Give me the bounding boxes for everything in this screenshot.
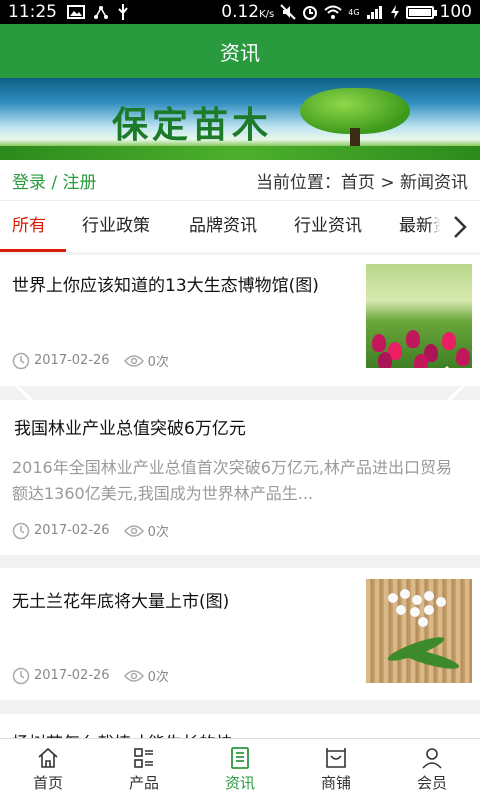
nav-member[interactable]: 会员 <box>384 739 480 800</box>
battery-percent: 100 <box>439 2 472 22</box>
chevron-right-icon <box>454 216 467 238</box>
article-title[interactable]: 世界上你应该知道的13大生态博物馆(图) <box>12 274 332 298</box>
article-thumbnail-tulips[interactable] <box>366 264 472 368</box>
chevron-right-icon[interactable] <box>440 365 470 405</box>
mute-icon <box>280 4 296 20</box>
article-thumbnail-orchid[interactable] <box>366 579 472 683</box>
eye-icon <box>123 354 144 367</box>
tabs-scroll-right-button[interactable] <box>440 201 480 252</box>
list-item[interactable]: 我国林业产业总值突破6万亿元 2016年全国林业产业总值首次突破6万亿元,林产品… <box>0 400 480 555</box>
article-title[interactable]: 我国林业产业总值突破6万亿元 <box>14 417 246 441</box>
charging-icon <box>390 5 399 19</box>
breadcrumb: 当前位置：首页 > 新闻资讯 <box>255 172 468 193</box>
article-meta: 2017-02-26 0次 <box>12 666 183 685</box>
wifi-icon <box>324 5 342 19</box>
login-link[interactable]: 登录 <box>12 173 46 193</box>
eye-icon <box>123 669 144 682</box>
article-date: 2017-02-26 <box>34 523 110 538</box>
news-icon <box>231 747 249 769</box>
tab-industry-policy[interactable]: 行业政策 <box>82 201 150 252</box>
article-meta: 2017-02-26 0次 <box>12 521 183 540</box>
chevron-left-icon[interactable] <box>10 365 40 405</box>
login-separator: / <box>46 172 63 193</box>
nav-label: 会员 <box>416 774 447 792</box>
article-date: 2017-02-26 <box>34 353 110 368</box>
signal-icon <box>366 6 382 19</box>
article-views: 0次 <box>147 525 169 540</box>
register-link[interactable]: 注册 <box>63 173 97 193</box>
eye-icon <box>123 524 144 537</box>
alarm-icon <box>303 6 318 20</box>
shop-icon <box>326 748 346 768</box>
usb-icon <box>118 4 128 20</box>
info-bar: 登录 / 注册 当前位置：首页 > 新闻资讯 <box>0 160 480 200</box>
page-title: 资讯 <box>220 40 260 65</box>
banner-image: 保定苗木 <box>0 78 480 160</box>
login-register: 登录 / 注册 <box>12 168 97 193</box>
gallery-icon <box>67 5 85 19</box>
nav-label: 资讯 <box>224 774 255 792</box>
user-icon <box>422 748 442 769</box>
clock-icon <box>12 667 30 684</box>
active-tab-indicator <box>0 249 66 252</box>
article-date: 2017-02-26 <box>34 668 110 683</box>
nav-news[interactable]: 资讯 <box>192 739 288 800</box>
share-network-icon <box>94 6 108 19</box>
nav-label: 产品 <box>128 774 159 792</box>
article-title[interactable]: 无土兰花年底将大量上市(图) <box>12 590 229 614</box>
nav-shop[interactable]: 商铺 <box>288 739 384 800</box>
article-summary: 2016年全国林业产业总值首次突破6万亿元,林产品进出口贸易额达1360亿美元,… <box>12 458 452 503</box>
network-speed: 0.12K/s <box>221 2 275 22</box>
status-bar: 11:25 0.12K/s 4G 100 <box>0 0 480 24</box>
category-tabs: 所有 行业政策 品牌资讯 行业资讯 最新资讯 <box>0 200 480 252</box>
status-time: 11:25 <box>8 2 57 22</box>
tree-illustration <box>300 88 410 150</box>
nav-products[interactable]: 产品 <box>96 739 192 800</box>
network-type: 4G <box>348 7 360 17</box>
header-bar: 资讯 <box>0 24 480 78</box>
clock-icon <box>12 522 30 539</box>
grid-list-icon <box>134 748 153 768</box>
tab-brand-news[interactable]: 品牌资讯 <box>189 201 257 252</box>
nav-label: 商铺 <box>320 774 351 792</box>
article-views: 0次 <box>147 355 169 370</box>
tab-all[interactable]: 所有 <box>12 201 46 252</box>
tab-industry-news[interactable]: 行业资讯 <box>294 201 362 252</box>
nav-label: 首页 <box>32 774 63 792</box>
banner-title: 保定苗木 <box>112 105 273 146</box>
list-item[interactable]: 无土兰花年底将大量上市(图) 2017-02-26 0次 <box>0 568 480 700</box>
bottom-navigation: 首页 产品 资讯 商铺 会员 <box>0 738 480 800</box>
list-item[interactable]: 世界上你应该知道的13大生态博物馆(图) 2017-02-26 0次 <box>0 255 480 386</box>
article-views: 0次 <box>147 670 169 685</box>
nav-home[interactable]: 首页 <box>0 739 96 800</box>
home-icon <box>38 747 58 768</box>
battery-icon <box>405 5 437 19</box>
